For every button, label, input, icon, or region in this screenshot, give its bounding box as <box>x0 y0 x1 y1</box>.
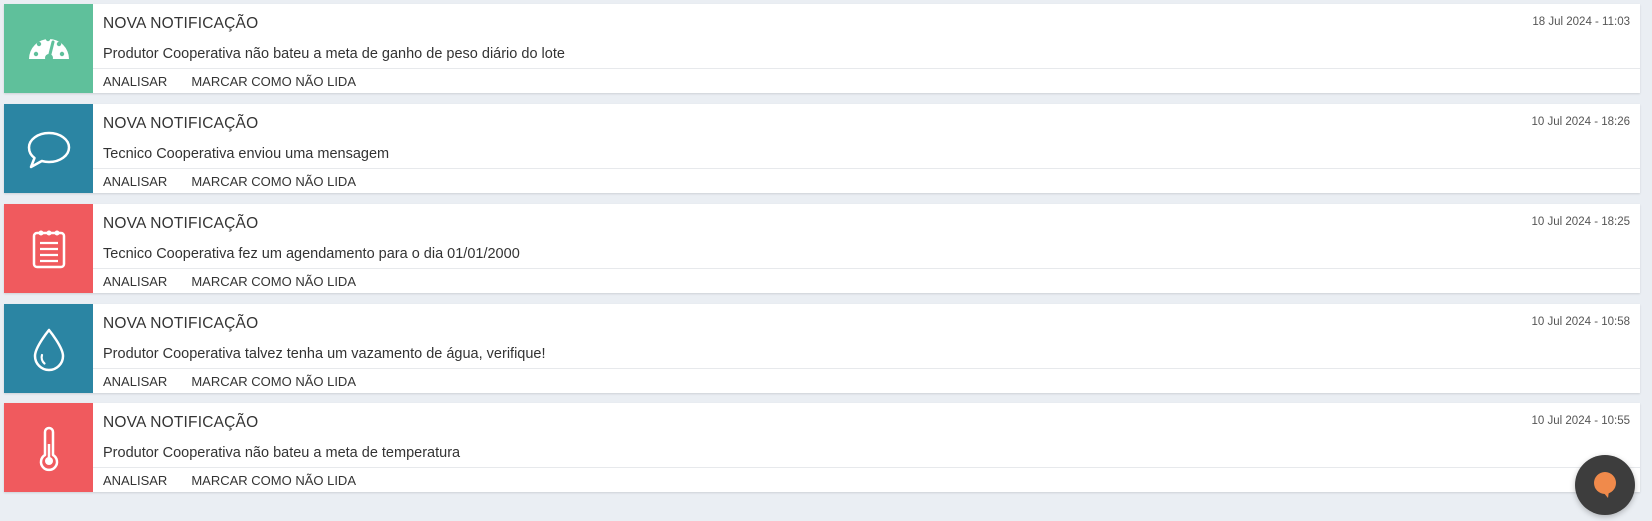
notification-body: NOVA NOTIFICAÇÃO 10 Jul 2024 - 18:25 Tec… <box>93 204 1640 293</box>
notification-card: NOVA NOTIFICAÇÃO 10 Jul 2024 - 18:26 Tec… <box>4 104 1640 193</box>
notification-body: NOVA NOTIFICAÇÃO 10 Jul 2024 - 10:55 Pro… <box>93 403 1640 492</box>
analyze-button[interactable]: ANALISAR <box>103 174 167 189</box>
notification-title: NOVA NOTIFICAÇÃO <box>103 15 259 32</box>
notification-date: 10 Jul 2024 - 18:25 <box>1531 216 1630 228</box>
notification-date: 10 Jul 2024 - 10:55 <box>1531 415 1630 427</box>
mark-unread-button[interactable]: MARCAR COMO NÃO LIDA <box>191 274 356 289</box>
notepad-icon <box>32 230 65 268</box>
notification-card: NOVA NOTIFICAÇÃO 10 Jul 2024 - 18:25 Tec… <box>4 204 1640 293</box>
notification-card: NOVA NOTIFICAÇÃO 10 Jul 2024 - 10:55 Pro… <box>4 403 1640 492</box>
notification-message: Produtor Cooperativa talvez tenha um vaz… <box>103 346 546 362</box>
water-drop-icon <box>33 328 64 371</box>
notification-date: 10 Jul 2024 - 18:26 <box>1531 116 1630 128</box>
notification-actions: ANALISAR MARCAR COMO NÃO LIDA <box>93 268 1640 293</box>
notification-message: Produtor Cooperativa não bateu a meta de… <box>103 46 565 62</box>
mark-unread-button[interactable]: MARCAR COMO NÃO LIDA <box>191 473 356 488</box>
notification-icon-box <box>4 403 93 492</box>
notification-message: Tecnico Cooperativa enviou uma mensagem <box>103 146 390 162</box>
mark-unread-button[interactable]: MARCAR COMO NÃO LIDA <box>191 374 356 389</box>
analyze-button[interactable]: ANALISAR <box>103 374 167 389</box>
notification-title: NOVA NOTIFICAÇÃO <box>103 115 259 132</box>
analyze-button[interactable]: ANALISAR <box>103 473 167 488</box>
notification-actions: ANALISAR MARCAR COMO NÃO LIDA <box>93 168 1640 193</box>
mark-unread-button[interactable]: MARCAR COMO NÃO LIDA <box>191 174 356 189</box>
chat-widget-icon <box>1594 472 1616 498</box>
notification-title: NOVA NOTIFICAÇÃO <box>103 215 259 232</box>
notification-message: Tecnico Cooperativa fez um agendamento p… <box>103 246 520 262</box>
notification-body: NOVA NOTIFICAÇÃO 10 Jul 2024 - 10:58 Pro… <box>93 304 1640 393</box>
notification-actions: ANALISAR MARCAR COMO NÃO LIDA <box>93 368 1640 393</box>
notification-icon-box <box>4 204 93 293</box>
notification-body: NOVA NOTIFICAÇÃO 18 Jul 2024 - 11:03 Pro… <box>93 4 1640 93</box>
notification-date: 18 Jul 2024 - 11:03 <box>1532 16 1630 28</box>
notification-title: NOVA NOTIFICAÇÃO <box>103 414 259 431</box>
thermometer-icon <box>39 426 58 471</box>
speedometer-icon <box>28 36 69 62</box>
notification-title: NOVA NOTIFICAÇÃO <box>103 315 259 332</box>
analyze-button[interactable]: ANALISAR <box>103 274 167 289</box>
notification-card: NOVA NOTIFICAÇÃO 18 Jul 2024 - 11:03 Pro… <box>4 4 1640 93</box>
notification-actions: ANALISAR MARCAR COMO NÃO LIDA <box>93 68 1640 93</box>
notification-icon-box <box>4 4 93 93</box>
chat-widget-button[interactable] <box>1575 455 1635 515</box>
notification-icon-box <box>4 104 93 193</box>
notification-card: NOVA NOTIFICAÇÃO 10 Jul 2024 - 10:58 Pro… <box>4 304 1640 393</box>
notification-date: 10 Jul 2024 - 10:58 <box>1531 316 1630 328</box>
notification-icon-box <box>4 304 93 393</box>
analyze-button[interactable]: ANALISAR <box>103 74 167 89</box>
notification-message: Produtor Cooperativa não bateu a meta de… <box>103 445 461 461</box>
notification-body: NOVA NOTIFICAÇÃO 10 Jul 2024 - 18:26 Tec… <box>93 104 1640 193</box>
chat-bubble-icon <box>27 131 70 168</box>
notification-actions: ANALISAR MARCAR COMO NÃO LIDA <box>93 467 1640 492</box>
mark-unread-button[interactable]: MARCAR COMO NÃO LIDA <box>191 74 356 89</box>
